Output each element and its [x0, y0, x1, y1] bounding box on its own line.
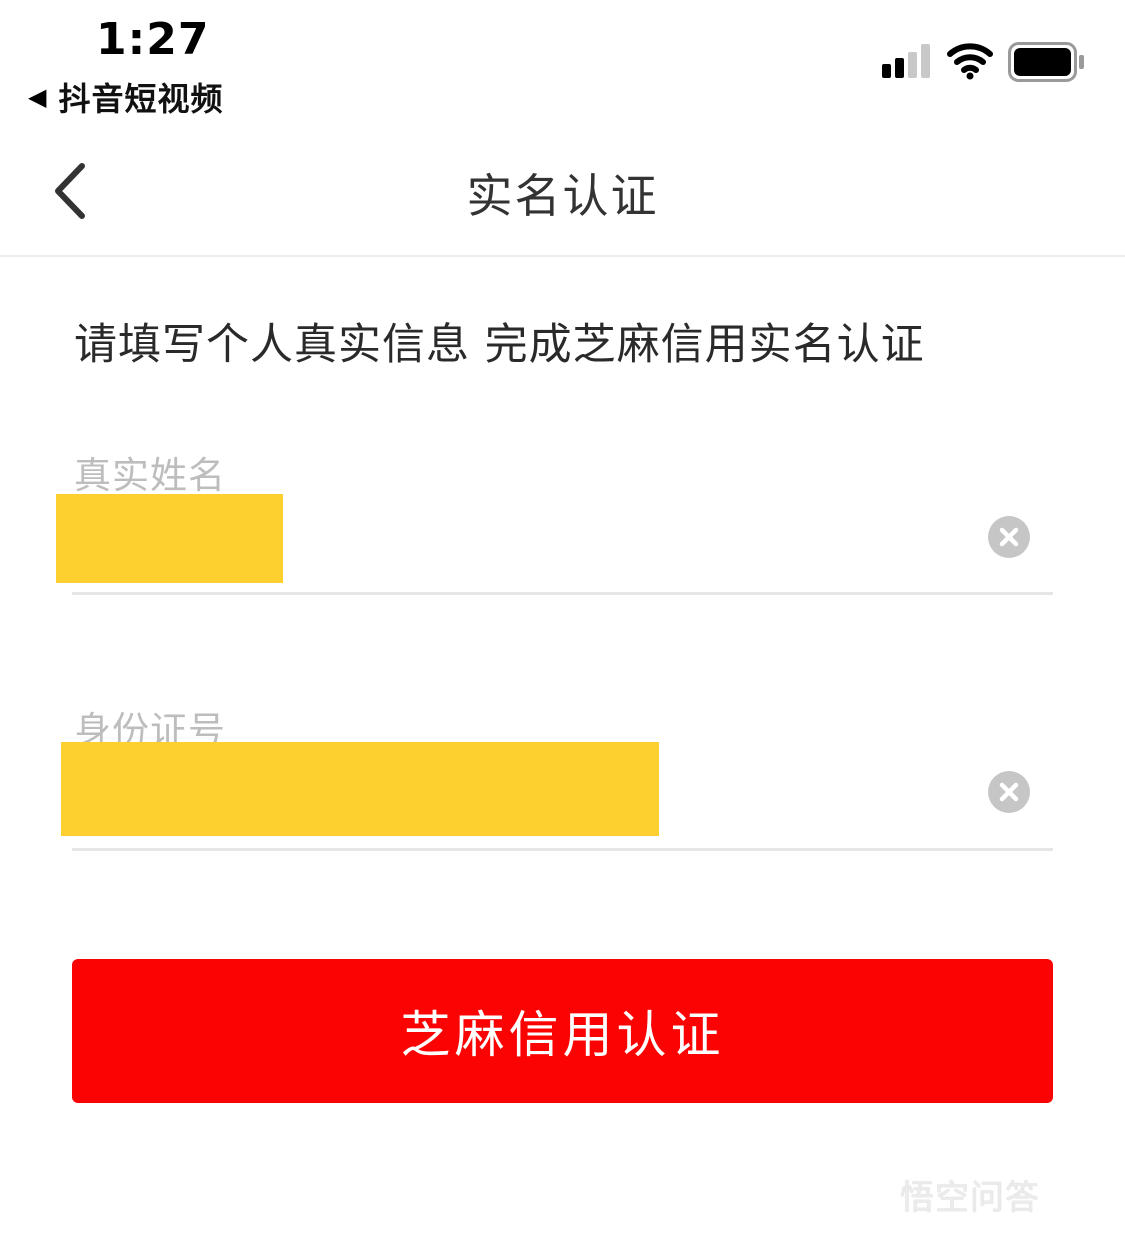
back-triangle-icon: ◀	[28, 83, 47, 111]
zhima-credit-verify-button[interactable]: 芝麻信用认证	[72, 959, 1053, 1103]
watermark: 悟空问答	[900, 1170, 1040, 1219]
wifi-icon	[947, 43, 993, 80]
page-title: 实名认证	[466, 169, 659, 223]
watermark-text: 悟空问答	[900, 1178, 1040, 1218]
name-field-underline	[72, 592, 1053, 595]
intro-text: 请填写个人真实信息 完成芝麻信用实名认证	[74, 320, 925, 370]
name-field-label: 真实姓名	[74, 454, 226, 497]
back-to-app-link[interactable]: ◀ 抖音短视频	[28, 74, 223, 120]
name-input[interactable]	[56, 494, 283, 583]
clear-id-button[interactable]	[988, 771, 1030, 813]
status-time: 1:27	[96, 14, 210, 65]
back-to-app-label: 抖音短视频	[58, 80, 224, 118]
nav-divider	[0, 255, 1125, 257]
clear-circle-icon	[999, 527, 1019, 547]
clear-name-button[interactable]	[988, 516, 1030, 558]
battery-icon	[1008, 42, 1084, 82]
clear-circle-icon	[999, 782, 1019, 802]
id-field-underline	[72, 848, 1053, 851]
id-number-input[interactable]	[61, 742, 659, 836]
submit-button-label: 芝麻信用认证	[400, 1006, 725, 1064]
cellular-signal-icon	[882, 44, 930, 78]
